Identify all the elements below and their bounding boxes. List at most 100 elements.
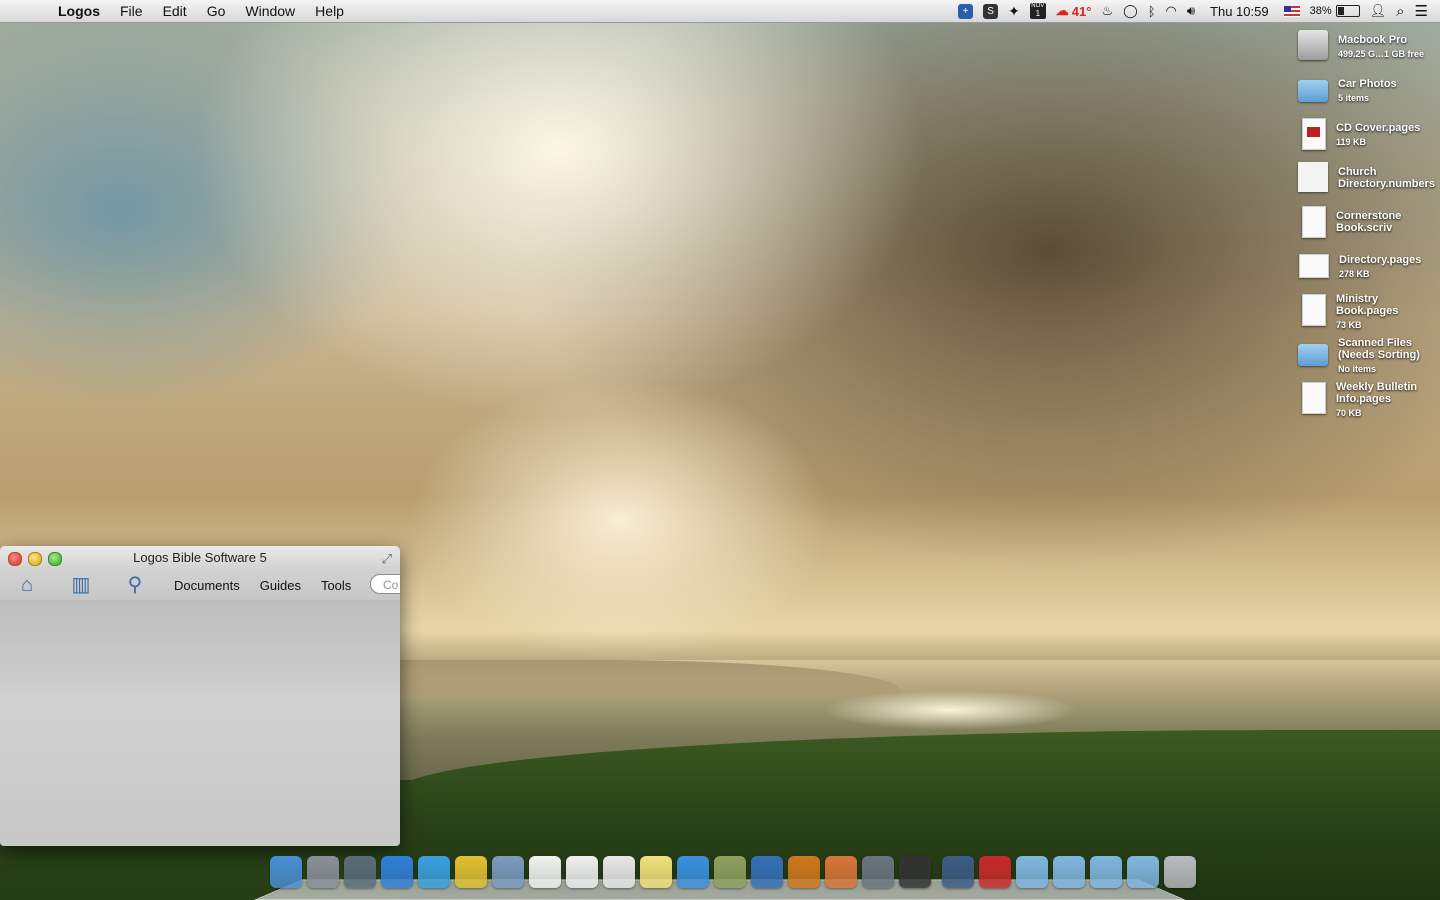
menu-go[interactable]: Go (197, 0, 236, 22)
desktop-item-label: Cornerstone Book.scriv (1336, 210, 1402, 234)
desktop-item-info: 278 KB (1339, 269, 1370, 279)
document-icon (1302, 382, 1326, 414)
launchpad-icon[interactable] (307, 856, 339, 888)
scrivener-icon[interactable] (899, 856, 931, 888)
twitter-icon[interactable] (418, 856, 450, 888)
menubar-clock[interactable]: Thu 10:59 (1210, 4, 1269, 19)
desktop-item-directory[interactable]: Directory.pages 278 KB (1290, 248, 1440, 292)
dock-icons (270, 856, 1201, 888)
desktop-item-cd-cover[interactable]: CD Cover.pages 119 KB (1290, 116, 1440, 160)
logos-icon[interactable] (751, 856, 783, 888)
script-editor-icon[interactable] (862, 856, 894, 888)
guides-menu[interactable]: Guides (260, 578, 301, 593)
logos-content-area[interactable] (0, 600, 400, 846)
document-icon (1302, 294, 1326, 326)
desktop-item-label: Church Directory.numbers (1338, 166, 1435, 190)
wifi-icon[interactable]: ◠ (1166, 0, 1177, 22)
desktop-item-label: Directory.pages (1339, 254, 1422, 266)
desktop-item-church-directory[interactable]: Church Directory.numbers (1290, 160, 1440, 204)
trash-icon[interactable] (1164, 856, 1196, 888)
volume-icon[interactable]: 🔊︎ (1187, 0, 1195, 22)
spreadsheet-icon (1298, 162, 1328, 192)
menu-bar: Logos File Edit Go Window Help + S ✦ NOV… (0, 0, 1440, 23)
tools-menu[interactable]: Tools (321, 578, 351, 593)
fullscreen-icon[interactable]: ⤢ (382, 551, 392, 567)
desktop-item-scanned-files[interactable]: Scanned Files (Needs Sorting) No items (1290, 336, 1440, 380)
bookmark-stack-icon[interactable] (979, 856, 1011, 888)
battery-status[interactable]: 38% (1310, 0, 1360, 22)
menu-window[interactable]: Window (235, 0, 305, 22)
apple-menu-icon[interactable] (18, 3, 38, 19)
document-icon (1302, 206, 1326, 238)
chat-bubble-icon[interactable]: ◯ (1123, 0, 1138, 22)
logos-menubar-icon[interactable]: + (958, 0, 974, 22)
desktop-item-label: Macbook Pro (1338, 34, 1408, 46)
menu-file[interactable]: File (110, 0, 153, 22)
battery-percent: 38% (1309, 5, 1332, 17)
flame-icon[interactable]: ♨ (1101, 0, 1113, 22)
desktop-item-info: 119 KB (1336, 137, 1367, 147)
mission-control-icon[interactable] (344, 856, 376, 888)
documents-menu[interactable]: Documents (174, 578, 240, 593)
chrome-icon[interactable] (455, 856, 487, 888)
downloads-folder-icon[interactable] (1090, 856, 1122, 888)
notification-center-icon[interactable]: ☰ (1415, 0, 1428, 22)
menu-edit[interactable]: Edit (153, 0, 197, 22)
window-titlebar[interactable]: Logos Bible Software 5 ⤢ (0, 546, 400, 570)
reminders-icon[interactable] (566, 856, 598, 888)
dock (254, 856, 1196, 900)
documents-folder-icon[interactable] (1016, 856, 1048, 888)
calendar-icon[interactable] (529, 856, 561, 888)
desktop-item-info: 5 items (1338, 93, 1370, 103)
weather-widget[interactable]: ☁ 41° (1056, 0, 1092, 22)
dropbox-icon[interactable]: ✦ (1008, 0, 1020, 22)
mail-icon[interactable] (492, 856, 524, 888)
calendar-day: 1 (1035, 9, 1041, 18)
dropbox-folder-icon[interactable] (1127, 856, 1159, 888)
textedit-icon[interactable] (603, 856, 635, 888)
desktop-item-label: Car Photos (1338, 78, 1397, 90)
folder-icon (1298, 344, 1328, 366)
notes-icon[interactable] (640, 856, 672, 888)
desktop-item-info: 70 KB (1336, 408, 1362, 418)
home-icon[interactable]: ⌂ (14, 574, 40, 596)
weather-temp: 41° (1071, 3, 1092, 19)
desktop-item-ministry-book[interactable]: Ministry Book.pages 73 KB (1290, 292, 1440, 336)
input-source-flag-icon[interactable] (1283, 0, 1300, 22)
desktop-icons: Macbook Pro 499.25 G…1 GB free Car Photos… (1290, 28, 1440, 424)
app-store-icon[interactable] (381, 856, 413, 888)
desktop-item-label: Weekly Bulletin Info.pages (1336, 381, 1418, 405)
calendar-menubar-icon[interactable]: NOV 1 (1029, 0, 1046, 22)
logos-toolbar: ⌂ ▥ ⚲ Documents Guides Tools Co (0, 570, 400, 600)
desktop-item-label: Scanned Files (Needs Sorting) (1338, 337, 1420, 361)
desktop-item-info: No items (1338, 364, 1377, 374)
user-icon[interactable]: 👤︎ (1370, 0, 1387, 22)
document-icon (1302, 118, 1326, 150)
shield-icon[interactable]: S (983, 0, 999, 22)
desktop-stack-icon[interactable] (942, 856, 974, 888)
applications-folder-icon[interactable] (1053, 856, 1085, 888)
command-box[interactable]: Co (370, 574, 400, 594)
menu-app-name[interactable]: Logos (52, 0, 110, 22)
search-icon[interactable]: ⚲ (122, 574, 148, 596)
finder-icon[interactable] (270, 856, 302, 888)
desktop-item-car-photos[interactable]: Car Photos 5 items (1290, 72, 1440, 116)
desktop-item-cornerstone-book[interactable]: Cornerstone Book.scriv (1290, 204, 1440, 248)
spotlight-search-icon[interactable]: ⌕ (1396, 0, 1404, 22)
menu-help[interactable]: Help (305, 0, 354, 22)
keynote-icon[interactable] (825, 856, 857, 888)
desktop-item-weekly-bulletin[interactable]: Weekly Bulletin Info.pages 70 KB (1290, 380, 1440, 424)
battery-icon (1335, 5, 1360, 17)
folder-icon (1298, 80, 1328, 102)
desktop-item-label: CD Cover.pages (1336, 122, 1421, 134)
desktop-item-info: 499.25 G…1 GB free (1338, 49, 1425, 59)
iphoto-icon[interactable] (714, 856, 746, 888)
desktop-item-macbook-pro[interactable]: Macbook Pro 499.25 G…1 GB free (1290, 28, 1440, 72)
logos-flame-icon[interactable] (788, 856, 820, 888)
itunes-icon[interactable] (677, 856, 709, 888)
window-title: Logos Bible Software 5 (133, 550, 267, 565)
desktop-item-label: Ministry Book.pages (1336, 293, 1399, 317)
bluetooth-icon[interactable]: ᛒ (1148, 0, 1156, 22)
library-book-icon[interactable]: ▥ (68, 574, 94, 596)
hard-drive-icon (1298, 30, 1328, 60)
